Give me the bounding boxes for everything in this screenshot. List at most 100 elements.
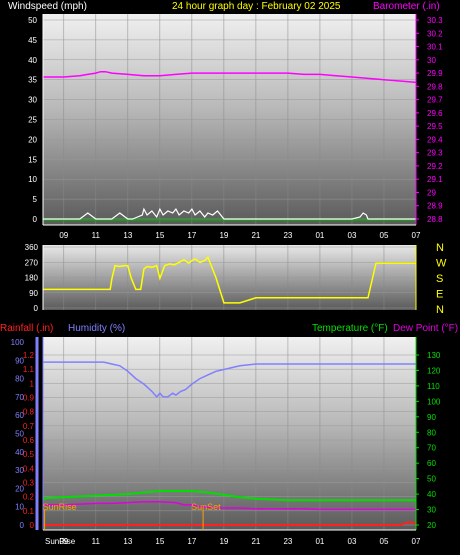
rainfall-tick-label: 0.6 (23, 436, 35, 445)
barometer-tick-label: 30.2 (427, 29, 443, 38)
rainfall-tick-label: 1.2 (23, 351, 35, 360)
time-tick-label: 01 (315, 537, 324, 546)
time-tick-label: 09 (59, 231, 68, 240)
wind-barometer-panel: Windspeed (mph) 24 hour graph day : Febr… (8, 1, 443, 240)
weather-24h-graph: Windspeed (mph) 24 hour graph day : Febr… (0, 1, 458, 546)
time-tick-label: 23 (283, 231, 292, 240)
humidity-tick-label: 40 (15, 448, 24, 457)
dewpoint-axis-title: Dew Point (°F) (393, 323, 458, 334)
barometer-tick-label: 29.8 (427, 82, 443, 91)
barometer-tick-label: 30 (427, 56, 436, 65)
rainfall-tick-label: 0.2 (23, 493, 35, 502)
temperature-tick-label: 40 (427, 490, 436, 499)
compass-label: E (436, 289, 443, 301)
rainfall-tick-label: 0.3 (23, 479, 35, 488)
humidity-tick-label: 90 (15, 356, 24, 365)
rainfall-tick-label: 0.5 (23, 450, 35, 459)
barometer-tick-label: 29.3 (427, 149, 443, 158)
temperature-tick-label: 110 (427, 382, 440, 391)
time-tick-label: 19 (219, 231, 228, 240)
direction-tick-label: 180 (25, 274, 39, 283)
barometer-tick-label: 28.8 (427, 215, 443, 224)
graph-title: 24 hour graph day : February 02 2025 (172, 1, 341, 12)
wind-direction-panel: 090180270360 NWSEN (25, 242, 447, 316)
direction-tick-label: 360 (25, 243, 39, 252)
humidity-tick-label: 0 (20, 521, 25, 530)
humidity-tick-label: 30 (15, 466, 24, 475)
windspeed-axis-title: Windspeed (mph) (8, 1, 87, 12)
rainfall-tick-labels: 0 0.1 0.2 0.3 0.4 0.5 0.6 0.7 0.8 0.9 1 1.1 1.2 (23, 351, 35, 530)
barometer-tick-label: 29.9 (427, 69, 443, 78)
barometer-tick-labels: 28.8 28.9 29 29.1 29.2 29.3 29.4 29.5 29.6 29.7 29… (416, 16, 443, 224)
rainfall-tick-label: 0.8 (23, 408, 35, 417)
windspeed-tick-label: 15 (28, 155, 37, 164)
windspeed-tick-label: 35 (28, 76, 37, 85)
temperature-tick-label: 80 (427, 428, 436, 437)
compass-label: N (436, 304, 444, 316)
temperature-tick-labels: 20 30 40 50 60 70 80 90 100 110 120 130 (416, 351, 441, 530)
barometer-tick-label: 30.1 (427, 43, 443, 52)
windspeed-tick-label: 40 (28, 56, 37, 65)
temperature-tick-label: 90 (427, 413, 436, 422)
rainfall-tick-label: 0.1 (23, 507, 35, 516)
time-tick-label: 23 (283, 537, 292, 546)
rainfall-tick-label: 0.9 (23, 394, 35, 403)
time-tick-label: 11 (92, 231, 101, 240)
windspeed-tick-label: 25 (28, 116, 37, 125)
time-tick-label: 11 (92, 537, 101, 546)
time-tick-label: 09 (59, 537, 68, 546)
temperature-tick-label: 20 (427, 521, 436, 530)
windspeed-tick-label: 10 (28, 175, 37, 184)
rainfall-tick-label: 0 (30, 521, 35, 530)
barometer-tick-label: 29.5 (427, 122, 443, 131)
humidity-tick-label: 70 (15, 393, 24, 402)
time-tick-label: 03 (348, 231, 357, 240)
humidity-tick-label: 50 (15, 430, 24, 439)
barometer-tick-label: 29.4 (427, 135, 443, 144)
windspeed-tick-label: 50 (28, 16, 37, 25)
time-tick-label: 21 (251, 537, 260, 546)
rainfall-tick-label: 0.7 (23, 422, 35, 431)
barometer-tick-label: 30.3 (427, 16, 443, 25)
time-tick-label: 03 (348, 537, 357, 546)
time-tick-label: 05 (380, 231, 389, 240)
barometer-tick-label: 29.6 (427, 109, 443, 118)
temperature-tick-label: 70 (427, 444, 436, 453)
time-tick-label: 07 (412, 537, 421, 546)
humidity-tick-label: 60 (15, 411, 24, 420)
time-tick-label: 13 (123, 231, 132, 240)
temperature-tick-label: 60 (427, 459, 436, 468)
humidity-tick-label: 20 (15, 484, 24, 493)
sun-marker-label: SunSet (191, 502, 221, 512)
barometer-tick-label: 29.2 (427, 162, 443, 171)
rainfall-axis-title: Rainfall (.in) (0, 323, 53, 334)
temperature-tick-label: 130 (427, 351, 441, 360)
temperature-tick-label: 30 (427, 506, 436, 515)
direction-degree-labels: 0 90 180 270 360 (25, 243, 39, 313)
time-tick-label: 13 (123, 537, 132, 546)
humidity-tick-label: 10 (15, 503, 24, 512)
humidity-tick-label: 100 (11, 338, 25, 347)
temperature-tick-label: 100 (427, 397, 441, 406)
windspeed-tick-label: 0 (33, 215, 38, 224)
windspeed-tick-label: 30 (28, 96, 37, 105)
rainfall-tick-label: 1.1 (23, 365, 35, 374)
rainfall-tick-label: 1 (30, 379, 35, 388)
direction-compass-labels: NWSEN (436, 242, 447, 316)
time-tick-label: 05 (380, 537, 389, 546)
windspeed-tick-label: 5 (33, 195, 38, 204)
time-tick-label: 17 (187, 537, 196, 546)
time-tick-label: 15 (155, 231, 164, 240)
time-tick-label: 17 (187, 231, 196, 240)
humidity-tick-label: 80 (15, 375, 24, 384)
compass-label: S (436, 273, 443, 285)
temperature-tick-label: 50 (427, 475, 436, 484)
barometer-axis-title: Barometer (.in) (373, 1, 440, 12)
barometer-tick-label: 29.1 (427, 175, 443, 184)
windspeed-tick-label: 45 (28, 36, 37, 45)
temperature-tick-label: 120 (427, 366, 441, 375)
time-tick-label: 21 (251, 231, 260, 240)
humidity-axis-title: Humidity (%) (68, 323, 125, 334)
temp-panel-time-labels: SunRise09 11 13 15 17 19 21 23 01 03 05 07 (45, 537, 421, 546)
barometer-tick-label: 29.7 (427, 96, 443, 105)
